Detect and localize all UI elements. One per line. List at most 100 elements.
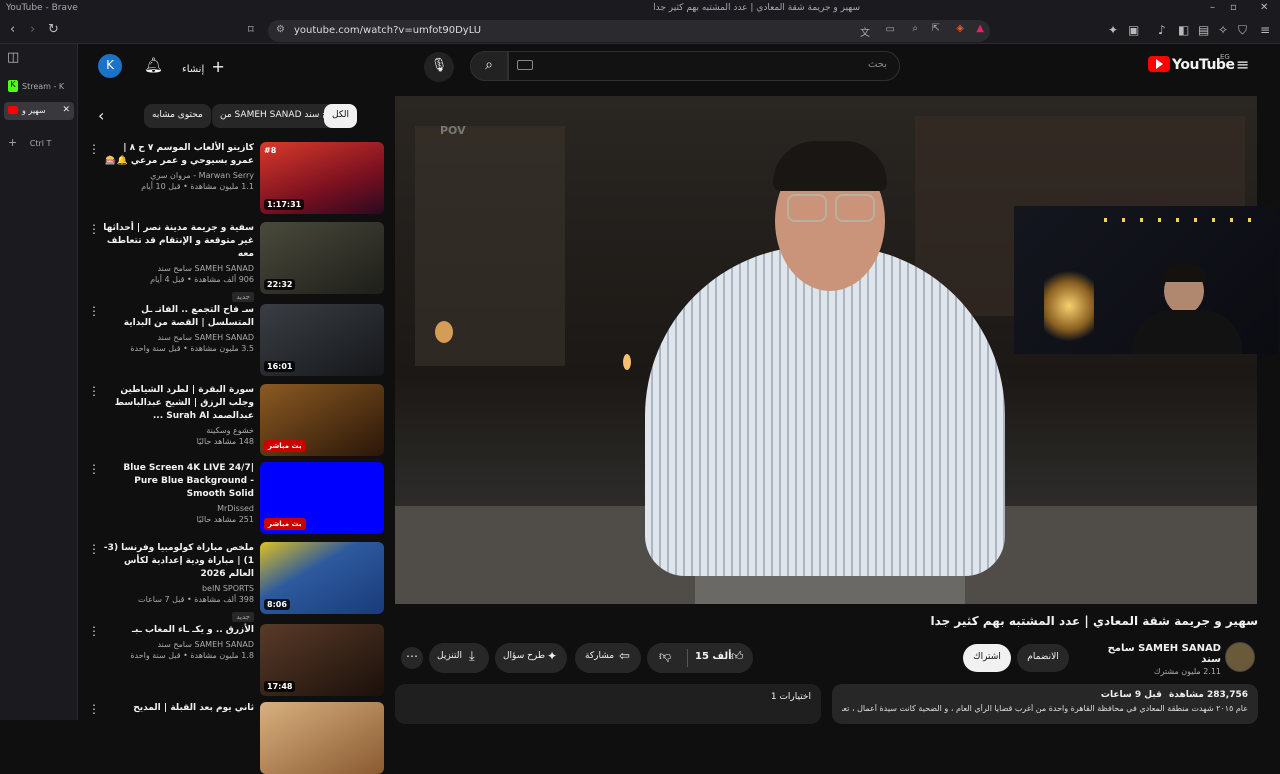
leo-ai-icon[interactable]: ✧ (1218, 23, 1228, 37)
close-tab-icon[interactable]: ✕ (62, 105, 70, 115)
thumbnail[interactable]: بث مباشر (260, 384, 384, 456)
list-item[interactable]: ⋮ سـ فاح التجمع .. الفاتـ ـل المتسلسل | … (78, 302, 388, 378)
dislike-icon[interactable]: 👎︎ (659, 649, 671, 664)
channel-name[interactable]: Marwan Serry - مروان سري (102, 171, 254, 180)
video-title[interactable]: سـ فاح التجمع .. الفاتـ ـل المتسلسل | ال… (102, 304, 254, 330)
site-info-icon[interactable]: ⚙ (276, 24, 285, 35)
extensions-icon[interactable]: ✦ (1108, 23, 1118, 37)
voice-search-button[interactable]: 🎙︎ (424, 52, 454, 82)
live-badge: بث مباشر (264, 440, 306, 452)
download-button[interactable]: التنزيل ⤓ (429, 643, 489, 673)
brave-shields-icon[interactable]: ◈ (956, 23, 964, 34)
tab-stream[interactable]: K Stream - K (4, 78, 74, 96)
video-stats: 906 ألف مشاهدة • قبل 4 أيام (150, 275, 254, 284)
avatar[interactable]: K (98, 54, 122, 78)
more-options-icon[interactable]: ⋮ (88, 462, 100, 476)
comments-panel[interactable]: اختيارات 1 (395, 684, 821, 724)
channel-name[interactable]: MrDissed (102, 504, 254, 513)
thumbnail[interactable]: بث مباشر (260, 462, 384, 534)
more-options-icon[interactable]: ⋮ (88, 542, 100, 556)
video-title[interactable]: ثاني يوم بعد القبلة | المديح (102, 702, 254, 715)
duration-badge: 16:01 (264, 361, 296, 372)
thumbnail[interactable]: 22:32 (260, 222, 384, 294)
notifications-bell-icon[interactable]: 🔔︎ (144, 56, 163, 74)
minimize-icon[interactable]: – (1210, 2, 1215, 13)
reload-icon[interactable]: ↻ (48, 22, 59, 37)
sidebar-panel-icon[interactable]: ◫ (7, 50, 19, 65)
list-item[interactable]: ⋮ ملخص مباراة كولومبيا وفرنسا (3-1) | مب… (78, 540, 388, 622)
list-item[interactable]: ⋮ كازينو الألعاب الموسم ٧ ح ٨ | عمرو بسي… (78, 140, 388, 216)
video-title[interactable]: سورة البقرة | لطرد الشياطين وجلب الرزق |… (102, 384, 254, 423)
list-item[interactable]: ⋮ سورة البقرة | لطرد الشياطين وجلب الرزق… (78, 382, 388, 458)
like-icon[interactable]: 👍︎ (731, 649, 744, 664)
more-options-icon[interactable]: ⋮ (88, 304, 100, 318)
more-options-icon[interactable]: ⋮ (88, 702, 100, 716)
channel-name[interactable]: beIN SPORTS (102, 584, 254, 593)
list-item[interactable]: ⋮ Blue Screen 4K LIVE 24/7| Pure Blue Ba… (78, 460, 388, 536)
like-count[interactable]: 15 ألف (695, 651, 732, 662)
thumbnail[interactable] (260, 702, 384, 774)
subscribe-button[interactable]: اشتراك (963, 644, 1011, 672)
forward-icon[interactable]: › (30, 22, 35, 37)
search-icon: ⌕ (485, 57, 493, 73)
url-bar[interactable]: ⚙ youtube.com/watch?v=umfot90DyLU 文 ▭ ⌕ … (268, 20, 990, 42)
more-options-icon[interactable]: ⋮ (88, 222, 100, 236)
channel-name[interactable]: SAMEH SANAD سامح سند (102, 264, 254, 273)
menu-icon[interactable]: ≡ (1260, 23, 1270, 37)
chip-all[interactable]: الكل (324, 104, 358, 128)
vpn-icon[interactable]: ⛉ (1238, 23, 1247, 38)
channel-name[interactable]: SAMEH SANAD سامح سند (102, 333, 254, 342)
list-item[interactable]: ⋮ الأزرق .. و يكـ ـاء المغاب ـبـ SAMEH S… (78, 622, 388, 698)
new-tab-button[interactable]: + Ctrl T (4, 132, 74, 150)
search-button[interactable]: ⌕ (470, 51, 508, 81)
translate-icon[interactable]: 文 (860, 24, 870, 39)
video-title[interactable]: الأزرق .. و يكـ ـاء المغاب ـبـ (102, 624, 254, 637)
channel-info[interactable]: SAMEH SANAD سامح سند 2.11 مليون مشترك (1085, 643, 1221, 676)
youtube-logo-icon[interactable] (1148, 56, 1170, 72)
create-button[interactable]: إنشاء + (182, 57, 225, 76)
video-actions: ⋯ التنزيل ⤓ طرح سؤال ✦ مشاركة ⇦ 👎︎ 15 أل… (395, 642, 1257, 676)
search-input[interactable]: بحث (508, 51, 900, 81)
maximize-icon[interactable]: ▫ (1230, 2, 1237, 13)
chip-similar[interactable]: محتوى مشابه (144, 104, 211, 128)
fairy-lights-shape (1104, 218, 1264, 222)
channel-name[interactable]: SAMEH SANAD سامح سند (1085, 643, 1221, 665)
back-icon[interactable]: ‹ (10, 22, 15, 37)
keyboard-icon[interactable] (517, 60, 533, 70)
share-button[interactable]: مشاركة ⇦ (575, 643, 641, 673)
channel-name[interactable]: خشوع وسكينة (102, 426, 254, 435)
ask-button[interactable]: طرح سؤال ✦ (495, 643, 567, 673)
brave-rewards-icon[interactable]: ▲ (976, 23, 984, 34)
list-item[interactable]: ⋮ ثاني يوم بعد القبلة | المديح (78, 700, 388, 774)
thumbnail[interactable]: 8:06 (260, 542, 384, 614)
channel-avatar[interactable] (1225, 642, 1255, 672)
description-box[interactable]: 283,756 مشاهدة قبل 9 ساعات عام ٢٠١٥ شهدت… (832, 684, 1258, 724)
cast-icon[interactable]: ▭ (886, 24, 895, 35)
close-icon[interactable]: ✕ (1260, 2, 1268, 13)
thumbnail[interactable]: 16:01 (260, 304, 384, 376)
share-page-icon[interactable]: ⇱ (932, 23, 940, 34)
list-item[interactable]: ⋮ سفية و جريمة مدينة نصر | أحداثها غير م… (78, 220, 388, 302)
guide-menu-icon[interactable]: ≡ (1236, 55, 1249, 74)
more-actions-icon[interactable]: ⋯ (401, 647, 423, 669)
sidebar-toggle-icon[interactable]: ◧ (1178, 23, 1189, 37)
video-stats: 1.1 مليون مشاهدة • قبل 10 أيام (141, 182, 254, 191)
thumbnail[interactable]: #8 1:17:31 (260, 142, 384, 214)
bookmark-icon[interactable]: ⌑ (248, 23, 254, 36)
video-title[interactable]: Blue Screen 4K LIVE 24/7| Pure Blue Back… (102, 462, 254, 501)
wallet-icon[interactable]: ▤ (1198, 23, 1209, 37)
zoom-icon[interactable]: ⌕ (912, 23, 918, 34)
more-options-icon[interactable]: ⋮ (88, 142, 100, 156)
thumbnail[interactable]: 17:48 (260, 624, 384, 696)
video-title[interactable]: سفية و جريمة مدينة نصر | أحداثها غير متو… (102, 222, 254, 261)
video-title[interactable]: ملخص مباراة كولومبيا وفرنسا (3-1) | مبار… (102, 542, 254, 581)
more-options-icon[interactable]: ⋮ (88, 384, 100, 398)
chevron-left-icon[interactable]: ‹ (98, 106, 104, 125)
video-title[interactable]: كازينو الألعاب الموسم ٧ ح ٨ | عمرو بسيوح… (102, 142, 254, 168)
channel-name[interactable]: SAMEH SANAD سامح سند (102, 640, 254, 649)
media-icon[interactable]: ♪ (1158, 23, 1166, 37)
more-options-icon[interactable]: ⋮ (88, 624, 100, 638)
screenshot-icon[interactable]: ▣ (1128, 23, 1139, 37)
tab-youtube-active[interactable]: سهير و ✕ (4, 102, 74, 120)
join-button[interactable]: الانضمام (1017, 644, 1069, 672)
